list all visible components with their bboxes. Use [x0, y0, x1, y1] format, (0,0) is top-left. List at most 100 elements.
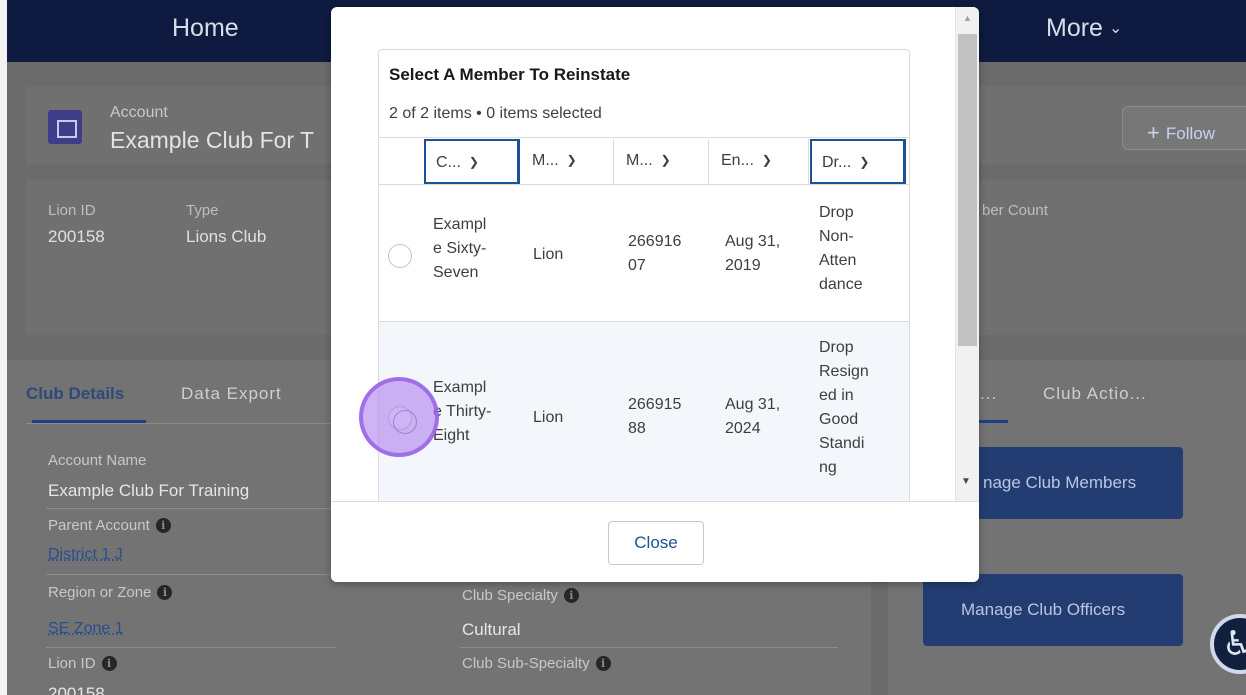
field-divider: [46, 647, 336, 648]
club-specialty-label-text: Club Specialty: [462, 587, 558, 604]
manage-club-officers-button[interactable]: Manage Club Officers: [923, 574, 1183, 646]
record-title: Example Club For T: [110, 127, 315, 153]
scroll-down-arrow-icon[interactable]: ▼: [961, 476, 971, 487]
lion-id-field-label: Lion ID i: [48, 655, 117, 672]
account-name-value: Example Club For Training: [48, 481, 250, 500]
column-header-end-date[interactable]: En... ❯: [709, 139, 809, 184]
club-specialty-label: Club Specialty i: [462, 587, 579, 604]
chevron-down-icon[interactable]: ❯: [762, 153, 772, 167]
highlight-type-label: Type: [186, 202, 219, 219]
cell-line: Standi: [819, 435, 865, 452]
cell-line: Exampl: [433, 379, 487, 396]
follow-label: Follow: [1165, 124, 1215, 143]
column-header-name[interactable]: C... ❯: [424, 139, 519, 184]
cell-line: Seven: [433, 264, 479, 281]
info-icon[interactable]: i: [563, 588, 579, 603]
club-sub-specialty-label: Club Sub-Specialty i: [462, 655, 611, 672]
cell-line: dance: [819, 276, 863, 293]
lion-id-field-value: 200158: [48, 684, 105, 695]
cell-line: Exampl: [433, 216, 487, 233]
parent-account-label-text: Parent Account: [48, 517, 150, 534]
object-type-label: Account: [110, 104, 168, 121]
cell-line: e Thirty-: [433, 403, 492, 420]
end-date-cell: Aug 31, 2019: [725, 230, 780, 278]
info-icon[interactable]: i: [157, 585, 173, 600]
item-count: 2 of 2 items • 0 items selected: [389, 105, 602, 122]
club-sub-specialty-label-text: Club Sub-Specialty: [462, 655, 590, 672]
club-specialty-value: Cultural: [462, 620, 521, 639]
column-header-label: Dr...: [822, 154, 852, 171]
column-header-member-type[interactable]: M... ❯: [520, 139, 614, 184]
tab-data-export[interactable]: Data Export: [181, 384, 282, 404]
cell-line: ng: [819, 459, 837, 476]
field-divider: [460, 647, 838, 648]
lion-id-field-label-text: Lion ID: [48, 655, 96, 672]
scroll-up-arrow-icon[interactable]: ▲: [963, 13, 972, 23]
highlight-lion-id-value: 200158: [48, 227, 105, 246]
table-title: Select A Member To Reinstate: [389, 65, 631, 84]
member-type-cell: Lion: [533, 409, 564, 426]
nav-more-menu[interactable]: More ⌄: [1046, 14, 1122, 43]
modal-footer: Close: [331, 501, 979, 582]
right-active-tab-indicator: [978, 420, 1008, 423]
close-button[interactable]: Close: [608, 521, 704, 565]
cell-line: Eight: [433, 427, 470, 444]
drop-reason-cell: Drop Resign ed in Good Standi ng: [819, 336, 869, 480]
column-resize-handle[interactable]: [903, 139, 906, 184]
member-id-cell: 266915 88: [628, 393, 681, 441]
follow-button[interactable]: + Follow: [1122, 106, 1246, 150]
click-indicator: [359, 377, 439, 457]
chevron-down-icon[interactable]: ❯: [859, 155, 869, 169]
cell-line: Good: [819, 411, 859, 428]
cell-line: 266915: [628, 396, 682, 413]
column-header-member-id[interactable]: M... ❯: [614, 139, 709, 184]
chevron-down-icon[interactable]: ❯: [469, 155, 479, 169]
cell-line: Non-: [819, 228, 854, 245]
cell-line: Aug 31,: [725, 233, 781, 250]
plus-icon: +: [1147, 120, 1160, 145]
cell-line: e Sixty-: [433, 240, 487, 257]
cell-line: 07: [628, 257, 646, 274]
highlight-member-count-label: ber Count: [982, 202, 1048, 219]
end-date-cell: Aug 31, 2024: [725, 393, 780, 441]
cell-line: 2024: [725, 420, 761, 437]
cell-line: ed in: [819, 387, 854, 404]
cell-line: 88: [628, 420, 646, 437]
cell-line: Drop: [819, 204, 854, 221]
manage-club-members-label: nage Club Members: [983, 473, 1137, 492]
account-name-label: Account Name: [48, 452, 147, 469]
chevron-down-icon[interactable]: ❯: [567, 153, 577, 167]
chevron-down-icon[interactable]: ❯: [661, 153, 671, 167]
region-zone-link[interactable]: SE Zone 1: [48, 620, 124, 638]
reinstate-member-modal: Select A Member To Reinstate 2 of 2 item…: [331, 7, 979, 582]
column-header-label: M...: [532, 152, 559, 169]
tab-club-details[interactable]: Club Details: [26, 384, 124, 404]
account-icon: [48, 110, 82, 144]
field-divider: [46, 574, 336, 575]
cell-line: Drop: [819, 339, 854, 356]
column-header-drop-reason[interactable]: Dr... ❯: [810, 139, 905, 184]
field-divider: [46, 508, 336, 509]
parent-account-label: Parent Account i: [48, 517, 171, 534]
highlight-type-value: Lions Club: [186, 227, 267, 246]
scrollbar-thumb[interactable]: [958, 34, 977, 346]
drop-reason-cell: Drop Non- Atten dance: [819, 201, 863, 297]
chevron-down-icon: ⌄: [1108, 20, 1123, 37]
tab-club-actions[interactable]: Club Actio...: [1043, 384, 1147, 404]
member-name-cell: Exampl e Sixty- Seven: [433, 213, 486, 285]
info-icon[interactable]: i: [155, 518, 171, 533]
row-select-radio[interactable]: [388, 244, 412, 268]
cell-line: 266916: [628, 233, 682, 250]
cell-line: Resign: [819, 363, 869, 380]
column-header-label: En...: [721, 152, 754, 169]
manage-club-officers-label: Manage Club Officers: [961, 600, 1126, 619]
cell-line: Atten: [819, 252, 857, 269]
nav-home-tab[interactable]: Home: [172, 14, 239, 43]
member-type-cell: Lion: [533, 246, 564, 263]
region-zone-label-text: Region or Zone: [48, 584, 152, 601]
tab-right-truncated[interactable]: ...: [980, 384, 997, 404]
parent-account-link[interactable]: District 1 J: [48, 546, 123, 564]
info-icon[interactable]: i: [101, 656, 117, 671]
cell-line: 2019: [725, 257, 761, 274]
info-icon[interactable]: i: [595, 656, 611, 671]
